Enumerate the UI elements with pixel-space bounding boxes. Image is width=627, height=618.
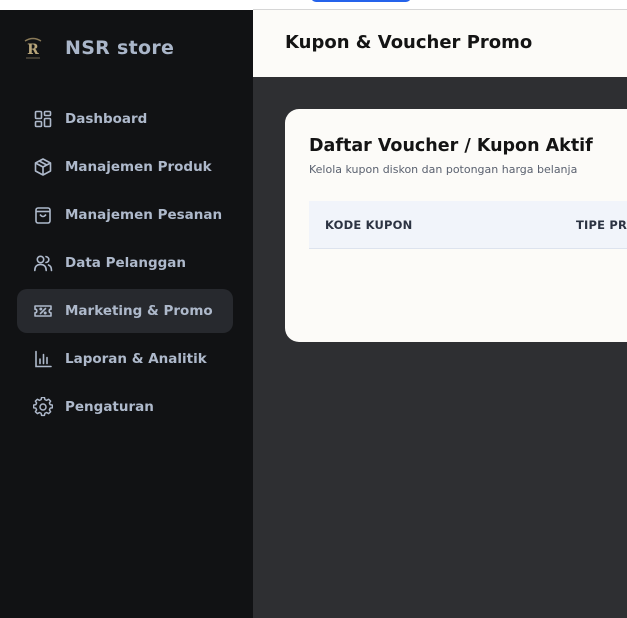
page-title: Kupon & Voucher Promo [285, 32, 533, 53]
sidebar-item-label: Data Pelanggan [65, 255, 187, 271]
users-icon [33, 253, 53, 273]
sidebar-item-label: Pengaturan [65, 399, 154, 415]
page-header: Kupon & Voucher Promo [253, 10, 627, 77]
sidebar-item-marketing-promo[interactable]: Marketing & Promo [17, 289, 233, 333]
brand[interactable]: R NSR store [20, 30, 174, 66]
column-header-kode-kupon[interactable]: KODE KUPON [325, 218, 412, 232]
sidebar: R NSR store Dashboard Manajemen Produk M… [0, 10, 253, 618]
table-header: KODE KUPON TIPE PRO [309, 201, 627, 249]
browser-top-strip [0, 0, 627, 10]
sidebar-item-label: Manajemen Pesanan [65, 207, 223, 223]
column-header-tipe-promo[interactable]: TIPE PRO [576, 218, 627, 232]
sidebar-item-pengaturan[interactable]: Pengaturan [17, 385, 233, 429]
sidebar-item-laporan-analitik[interactable]: Laporan & Analitik [17, 337, 233, 381]
sidebar-item-label: Laporan & Analitik [65, 351, 207, 367]
voucher-card: Daftar Voucher / Kupon Aktif Kelola kupo… [285, 109, 627, 342]
sidebar-item-label: Dashboard [65, 111, 148, 127]
card-subtitle: Kelola kupon diskon dan potongan harga b… [309, 163, 578, 176]
sidebar-item-manajemen-produk[interactable]: Manajemen Produk [17, 145, 233, 189]
sidebar-item-label: Manajemen Produk [65, 159, 212, 175]
shopping-bag-icon [33, 205, 53, 225]
top-pill-button[interactable] [311, 0, 411, 2]
box-icon [33, 157, 53, 177]
svg-text:R: R [27, 42, 39, 58]
dashboard-icon [33, 109, 53, 129]
gear-icon [33, 397, 53, 417]
bar-chart-icon [33, 349, 53, 369]
sidebar-item-manajemen-pesanan[interactable]: Manajemen Pesanan [17, 193, 233, 237]
store-logo-icon: R [20, 34, 46, 62]
store-name: NSR store [65, 37, 175, 59]
card-title: Daftar Voucher / Kupon Aktif [309, 136, 593, 156]
ticket-icon [33, 301, 53, 321]
main-content: Daftar Voucher / Kupon Aktif Kelola kupo… [253, 77, 627, 618]
sidebar-item-data-pelanggan[interactable]: Data Pelanggan [17, 241, 233, 285]
sidebar-item-label: Marketing & Promo [65, 303, 213, 319]
sidebar-item-dashboard[interactable]: Dashboard [17, 97, 233, 141]
